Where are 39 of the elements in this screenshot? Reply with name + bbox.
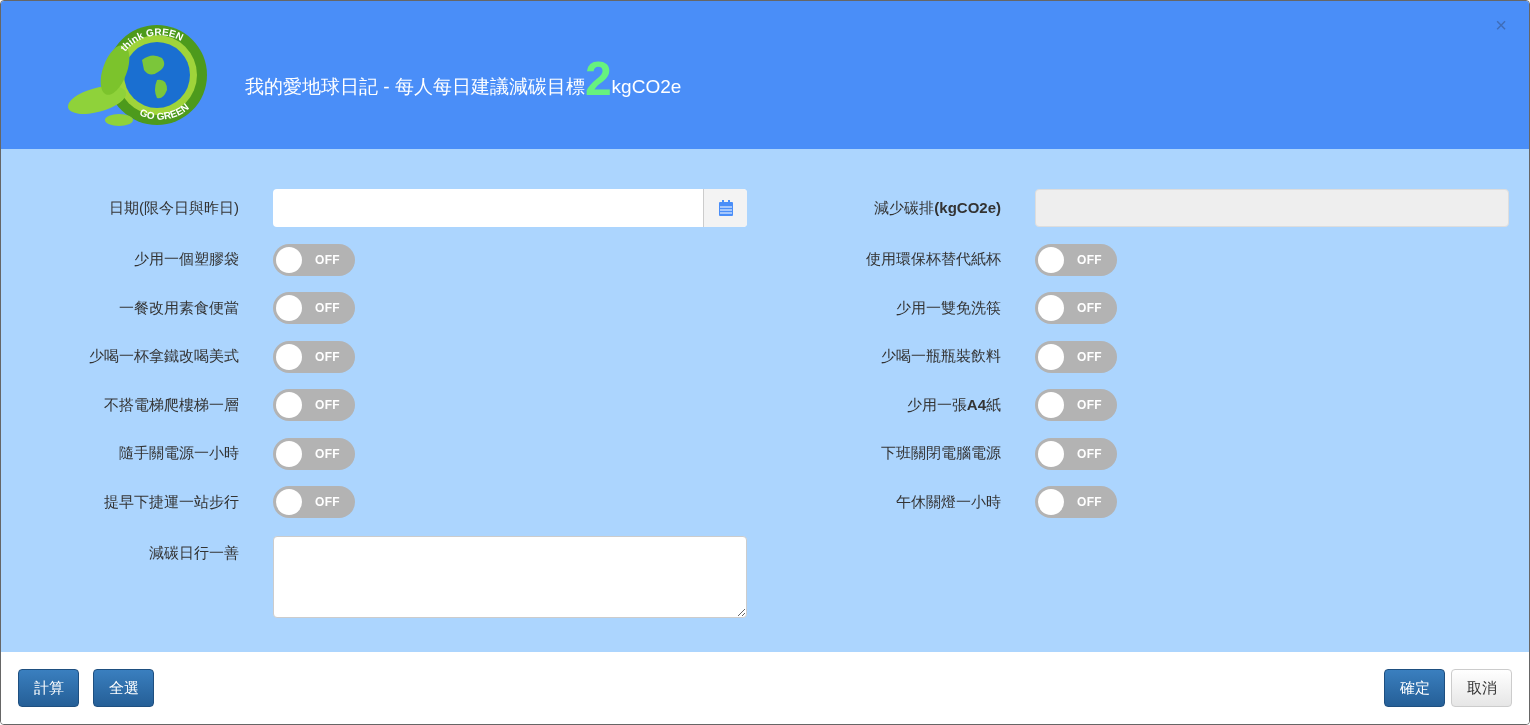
toggle-switch[interactable]: OFF [273,486,355,518]
target-unit: kgCO2e [611,75,682,99]
dialog-title: 我的愛地球日記 - 每人每日建議減碳目標 [245,75,585,99]
field-label: 使用環保杯替代紙杯 [865,249,1001,270]
target-value: 2 [584,55,612,103]
toggle-switch[interactable]: OFF [1035,243,1117,276]
field-label: 少喝一瓶瓶裝飲料 [880,346,1001,367]
toggle-switch[interactable]: OFF [273,243,355,276]
field-label: 少喝一杯拿鐵改喝美式 [88,346,239,367]
field-label: 少用一雙免洗筷 [895,297,1001,318]
field-label: 一餐改用素食便當 [118,297,239,318]
field-label: 少用一個塑膠袋 [133,249,239,270]
field-label: 日期(限今日與昨日) [108,197,239,218]
toggle-switch[interactable]: OFF [273,292,355,324]
good-deed-textarea[interactable] [273,536,747,618]
cancel-button[interactable]: 取消 [1451,669,1512,707]
action-button[interactable]: 計算 [18,669,79,707]
field-label: 下班關閉電腦電源 [880,443,1001,464]
toggle-switch[interactable]: OFF [273,340,355,373]
toggle-switch[interactable]: OFF [1035,292,1117,324]
close-button[interactable]: × [1495,15,1507,35]
date-field[interactable] [273,189,747,227]
field-label: 隨手關電源一小時 [118,443,239,464]
calendar-icon [718,200,733,216]
action-button[interactable]: 全選 [93,669,154,707]
field-label: 提早下捷運一站步行 [103,491,239,512]
field-label: 不搭電梯爬樓梯一層 [103,394,239,415]
toggle-switch[interactable]: OFF [1035,437,1117,470]
toggle-switch[interactable]: OFF [273,389,355,421]
toggle-switch[interactable]: OFF [273,437,355,470]
field-label: 減碳日行一善 [148,543,239,563]
toggle-switch[interactable]: OFF [1035,340,1117,373]
calendar-button[interactable] [703,189,747,227]
toggle-switch[interactable]: OFF [1035,389,1117,421]
field-label: 減少碳排(kgCO2e) [873,197,1001,218]
toggle-switch[interactable]: OFF [1035,486,1117,518]
field-label: 少用一張A4紙 [905,394,1001,415]
confirm-button[interactable]: 確定 [1384,669,1445,707]
field-label: 午休關燈一小時 [895,491,1001,512]
